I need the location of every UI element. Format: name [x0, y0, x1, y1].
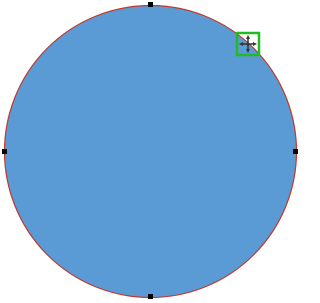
circle-shape[interactable]: [3, 4, 298, 299]
selection-handle-bottom[interactable]: [148, 294, 153, 299]
selection-handle-right[interactable]: [293, 149, 298, 154]
selection-handle-top[interactable]: [148, 2, 153, 7]
selection-handle-left[interactable]: [2, 149, 7, 154]
drawing-canvas[interactable]: [0, 0, 302, 303]
drawing-stage[interactable]: [0, 0, 302, 303]
